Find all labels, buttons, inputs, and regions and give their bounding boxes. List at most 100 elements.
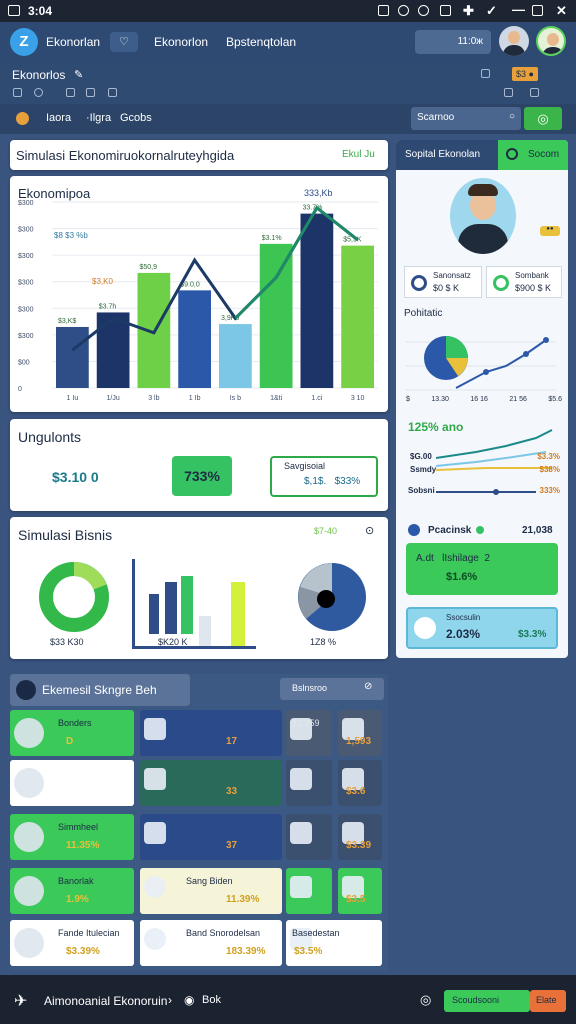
settings-icon[interactable]: ⊙	[365, 524, 374, 537]
info-card[interactable]: Ssocsulin 2.03% $3.3%	[406, 607, 558, 649]
chart-bar[interactable]	[341, 245, 374, 388]
scenario-tile[interactable]: Fande Itulecian $3.39%	[10, 920, 134, 966]
tile-icon	[144, 768, 166, 790]
tile-icon	[290, 876, 312, 898]
scenario-tile[interactable]	[286, 814, 332, 860]
user-avatar[interactable]	[499, 26, 529, 56]
scenario-tile[interactable]: 17	[140, 710, 282, 756]
scenario-tile[interactable]: Sang Biden 11.39%	[140, 868, 282, 914]
sub-toolbar: Ekonorlos ✎ $3 ●	[0, 62, 576, 104]
app-logo-icon[interactable]: Z	[10, 28, 38, 56]
x-tick-label: 3 lb	[148, 395, 159, 402]
scenario-tile[interactable]: Simmheel 11.35%	[10, 814, 134, 860]
scenario-tile[interactable]: 1,593	[338, 710, 382, 756]
chart-bar[interactable]	[56, 326, 89, 388]
tool-icon[interactable]	[440, 5, 451, 16]
secondary-button[interactable]: Elate	[530, 990, 566, 1012]
scenario-tile[interactable]: Band Snorodelsan 183.39%	[140, 920, 282, 966]
bell-icon[interactable]	[398, 5, 409, 16]
scenario-tile[interactable]: Banorlak 1.9%	[10, 868, 134, 914]
stat-value-1: $0 $ K	[433, 283, 460, 293]
scenario-tile[interactable]	[10, 760, 134, 806]
person-avatar-icon	[14, 876, 44, 906]
sidebar-row-3-value: 333%	[539, 486, 560, 495]
bottom-crumb[interactable]: Bok	[202, 994, 221, 1006]
tool-icon-1[interactable]	[13, 88, 22, 97]
filter-icon[interactable]	[16, 112, 29, 125]
tool-icon-4[interactable]	[86, 88, 95, 97]
tile-title: Band Snorodelsan	[186, 928, 261, 938]
info-value: 2.03%	[446, 627, 481, 641]
simulation-title: Simulasi Ekonomiruokornalruteyhgida	[16, 148, 235, 163]
item-value: 21,038	[522, 525, 553, 536]
stat-label-2: Sombank	[515, 271, 549, 280]
tool-icon-2[interactable]	[34, 88, 43, 97]
x-tick-label: 1/Ju	[107, 395, 120, 402]
x-tick-label: Is b	[230, 395, 241, 402]
filter-item-1[interactable]: Iaora	[46, 112, 71, 124]
status-time: 3:04	[28, 4, 53, 18]
filter-item-2[interactable]: ·Ilgra	[86, 112, 111, 124]
bar-data-label: $3.7h	[99, 303, 117, 310]
top-search-input[interactable]: 11:0ж	[415, 30, 491, 54]
stat-box-2[interactable]: Sombank $900 $ K	[486, 266, 562, 298]
info-title: Ssocsulin	[446, 613, 481, 622]
summary-percent-button[interactable]: 733%	[172, 456, 232, 496]
scenario-tile[interactable]	[286, 868, 332, 914]
grid-icon[interactable]	[378, 5, 389, 16]
filter-bar: Iaora ·Ilgra Gcobs Scarnoo ○ ◎	[0, 104, 576, 134]
pin-icon[interactable]: ✚	[463, 3, 474, 19]
section-title: Ekonorlos	[12, 68, 66, 82]
notification-badge[interactable]: $3 ●	[512, 67, 538, 81]
filter-search-input[interactable]: Scarnoo ○	[411, 107, 521, 130]
sidebar-x-tick: $5.6	[548, 396, 562, 403]
tile-title: Basedestan	[292, 928, 340, 938]
scenario-tile[interactable]: $3.39	[338, 814, 382, 860]
refresh-icon[interactable]: ◎	[524, 107, 562, 130]
nav-link-1[interactable]: Ekonorlon	[154, 35, 208, 49]
scenario-tile[interactable]: 33	[140, 760, 282, 806]
tool-icon-6[interactable]	[504, 88, 513, 97]
chart-annotation: $8 $3 %b	[54, 231, 88, 240]
scenario-tile[interactable]	[286, 760, 332, 806]
minimize-icon[interactable]: —	[512, 2, 525, 17]
scenario-tile[interactable]: $3,359	[286, 710, 332, 756]
filter-item-3[interactable]: Gcobs	[120, 112, 152, 124]
header-tag[interactable]: Ekul Ju	[342, 149, 375, 160]
scenario-tile[interactable]: 37	[140, 814, 282, 860]
sidebar-tab-1[interactable]: Sopital Ekonolan	[396, 140, 498, 170]
stat-box-1[interactable]: Sanonsatz $0 $ K	[404, 266, 482, 298]
sidebar-tab-2[interactable]: Socom	[498, 140, 568, 170]
tool-icon-7[interactable]	[530, 88, 539, 97]
tile-value: $3.5	[346, 894, 366, 905]
edit-icon[interactable]: ✎	[74, 68, 83, 81]
summary-box[interactable]: Savgisoial $,1$. $33%	[270, 456, 378, 497]
nav-link-2[interactable]: Bpstenqtolan	[226, 35, 296, 49]
cta-card[interactable]: A.dt lIshilage 2 $1.6%	[406, 543, 558, 595]
scenario-tile[interactable]: Basedestan $3.5%	[286, 920, 382, 966]
tool-icon-5[interactable]	[108, 88, 117, 97]
chart-bar[interactable]	[178, 290, 211, 388]
advisor-chip[interactable]: ●●	[540, 226, 560, 236]
grid-header-title: Ekemesil Skngre Beh	[42, 683, 157, 697]
maximize-icon[interactable]	[532, 5, 543, 16]
primary-button[interactable]: Scoudsooni	[444, 990, 530, 1012]
scenario-tile[interactable]: $3.6	[338, 760, 382, 806]
grid-search-input[interactable]: Bslnsroo ⊘	[280, 678, 384, 700]
donut-caption: $33 K30	[50, 637, 84, 647]
profile-avatar[interactable]	[536, 26, 566, 56]
close-icon[interactable]: ✕	[556, 3, 567, 19]
scenario-tile[interactable]: $3.5	[338, 868, 382, 914]
chart-bar[interactable]	[259, 243, 293, 388]
copy-icon[interactable]	[481, 69, 490, 78]
chart-bar[interactable]	[300, 213, 334, 388]
grid-search-value: Bslnsroo	[292, 683, 328, 693]
favorite-chip[interactable]: ♡	[110, 32, 138, 52]
scenario-tile[interactable]: Bonders D	[10, 710, 134, 756]
help-icon[interactable]: ◎	[420, 992, 431, 1008]
check-icon[interactable]: ✓	[486, 3, 497, 19]
info-icon[interactable]	[418, 5, 429, 16]
secondary-button-label: Elate	[536, 995, 557, 1005]
tool-icon-3[interactable]	[66, 88, 75, 97]
chart-bar[interactable]	[219, 324, 252, 388]
